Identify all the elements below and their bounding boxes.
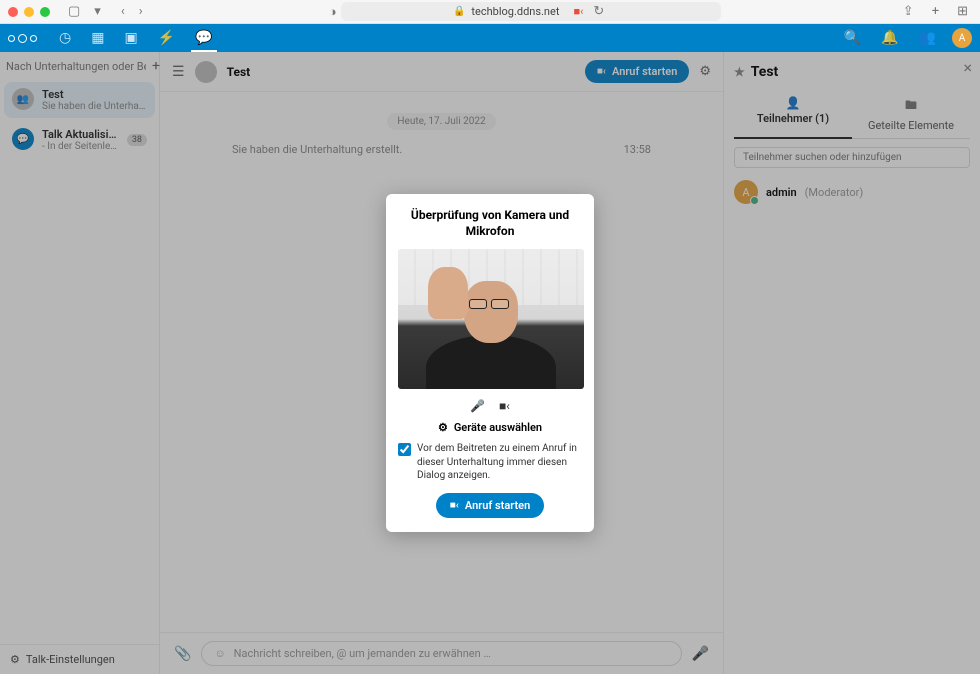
modal-overlay[interactable]: Überprüfung von Kamera und Mikrofon 🎤 ■‹… bbox=[0, 52, 980, 674]
search-icon[interactable]: 🔍 bbox=[840, 30, 865, 46]
camera-preview bbox=[398, 249, 584, 389]
close-window-button[interactable] bbox=[8, 7, 18, 17]
address-bar[interactable]: 🔒 techblog.ddns.net ■‹ ↻ bbox=[341, 2, 721, 21]
notifications-icon[interactable]: 🔔 bbox=[877, 30, 902, 46]
select-devices-label: Geräte auswählen bbox=[454, 421, 542, 434]
dropdown-icon[interactable]: ▾ bbox=[90, 4, 105, 19]
back-icon[interactable]: ‹ bbox=[117, 4, 129, 19]
minimize-window-button[interactable] bbox=[24, 7, 34, 17]
maximize-window-button[interactable] bbox=[40, 7, 50, 17]
modal-start-call-button[interactable]: ■‹ Anruf starten bbox=[436, 493, 544, 518]
always-show-dialog-checkbox[interactable] bbox=[398, 443, 411, 456]
lock-icon: 🔒 bbox=[453, 6, 465, 17]
nextcloud-header: ◷ ▦ ▣ ⚡ 💬 🔍 🔔 👥 A bbox=[0, 24, 980, 52]
user-avatar[interactable]: A bbox=[952, 28, 972, 48]
reload-icon[interactable]: ↻ bbox=[589, 4, 608, 19]
traffic-lights bbox=[8, 7, 50, 17]
activity-app-icon[interactable]: ⚡ bbox=[154, 30, 179, 46]
new-tab-icon[interactable]: + bbox=[928, 4, 943, 19]
modal-title: Überprüfung von Kamera und Mikrofon bbox=[398, 208, 582, 239]
camera-toggle-icon[interactable]: ■‹ bbox=[499, 399, 510, 413]
camera-recording-icon[interactable]: ■‹ bbox=[573, 5, 583, 18]
microphone-toggle-icon[interactable]: 🎤 bbox=[470, 399, 485, 413]
browser-chrome: ▢ ▾ ‹ › ◑ 🔒 techblog.ddns.net ■‹ ↻ ⇪ + ⊞ bbox=[0, 0, 980, 24]
video-icon: ■‹ bbox=[450, 500, 459, 511]
url-text: techblog.ddns.net bbox=[471, 5, 559, 18]
files-app-icon[interactable]: ▦ bbox=[87, 30, 108, 46]
share-icon[interactable]: ⇪ bbox=[899, 4, 918, 19]
checkbox-label: Vor dem Beitreten zu einem Anruf in dies… bbox=[417, 442, 582, 483]
talk-app-icon[interactable]: 💬 bbox=[191, 30, 216, 52]
photos-app-icon[interactable]: ▣ bbox=[120, 30, 141, 46]
select-devices-button[interactable]: ⚙ Geräte auswählen bbox=[398, 421, 582, 434]
device-check-modal: Überprüfung von Kamera und Mikrofon 🎤 ■‹… bbox=[386, 194, 594, 532]
forward-icon[interactable]: › bbox=[135, 4, 147, 19]
tabs-overview-icon[interactable]: ⊞ bbox=[953, 4, 972, 19]
gear-icon: ⚙ bbox=[438, 421, 448, 434]
sidebar-toggle-icon[interactable]: ▢ bbox=[64, 4, 84, 19]
nextcloud-logo[interactable] bbox=[8, 34, 37, 43]
dashboard-app-icon[interactable]: ◷ bbox=[55, 30, 75, 46]
shield-icon[interactable]: ◑ bbox=[325, 4, 341, 20]
modal-start-call-label: Anruf starten bbox=[465, 499, 530, 512]
contacts-icon[interactable]: 👥 bbox=[915, 30, 940, 46]
